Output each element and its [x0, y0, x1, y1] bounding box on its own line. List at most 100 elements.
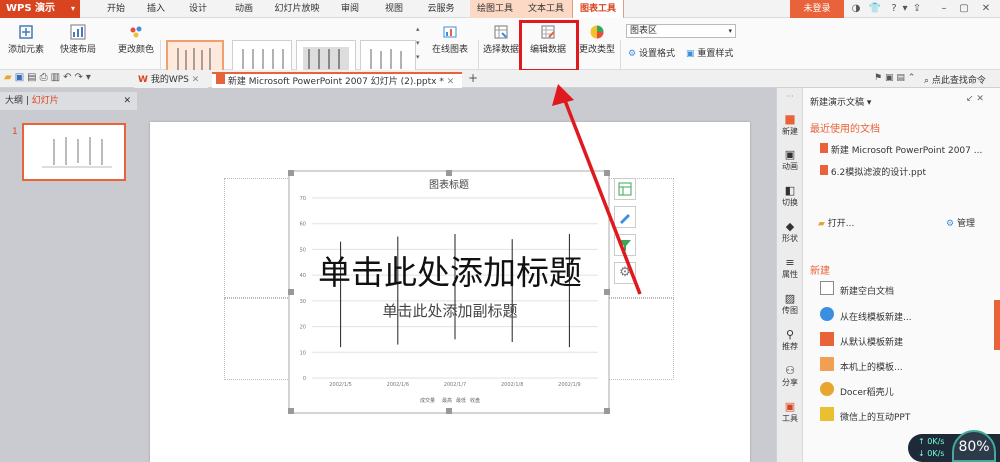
- right-tool-recommend[interactable]: ⚲ 推荐: [777, 328, 803, 352]
- quick-access-icons[interactable]: ▰▣▤⎙▥↶↷▾: [4, 72, 94, 83]
- print-icon[interactable]: ⎙: [40, 72, 51, 83]
- tab-home[interactable]: 开始: [98, 0, 134, 18]
- right-tool-shape[interactable]: ◆ 形状: [777, 220, 803, 244]
- wechat-interactive-ppt[interactable]: 微信上的互动PPT: [840, 410, 910, 423]
- tab-current-document[interactable]: 新建 Microsoft PowerPoint 2007 幻灯片 (2).ppt…: [212, 72, 462, 88]
- recent-doc-label: 6.2模拟滤波的设计.ppt: [830, 168, 927, 178]
- download-speed: ↓ 0K/s: [918, 449, 944, 458]
- set-format-button[interactable]: ⚙ 设置格式: [628, 46, 675, 59]
- right-tool-properties[interactable]: ≡ 属性: [777, 256, 803, 280]
- chevron-up-icon[interactable]: ⌃: [908, 73, 916, 83]
- resize-handle: [288, 408, 294, 414]
- app-logo-text: WPS 演示: [6, 3, 56, 14]
- close-icon[interactable]: ✕: [976, 94, 984, 104]
- y-tick-label: 20: [300, 325, 306, 331]
- new-from-default-template[interactable]: 从默认模板新建: [840, 335, 903, 348]
- quick-layout-icon: [70, 24, 86, 40]
- skin-icon[interactable]: ◑: [850, 0, 862, 18]
- more-icon[interactable]: ···: [777, 92, 803, 101]
- reset-style-button[interactable]: ▣ 重置样式: [686, 46, 733, 59]
- tab-outline[interactable]: 大纲: [5, 96, 23, 106]
- tab-text-tools[interactable]: 文本工具: [520, 0, 572, 18]
- add-element-button[interactable]: 添加元素: [6, 24, 46, 55]
- tool-icon[interactable]: ⚑: [874, 73, 882, 83]
- manage-button[interactable]: ⚙ 管理: [946, 216, 975, 229]
- open-button[interactable]: ▰ 打开...: [818, 216, 854, 229]
- redo-icon[interactable]: ↷: [74, 72, 85, 83]
- tab-slides[interactable]: 幻灯片: [32, 96, 59, 106]
- online-chart-button[interactable]: 在线图表: [428, 24, 472, 55]
- command-search-label: 点此查找命令: [931, 76, 986, 86]
- y-tick-label: 60: [300, 222, 306, 228]
- x-tick-label: 2002/1/6: [387, 382, 409, 388]
- recent-docs-heading: 最近使用的文档: [810, 124, 880, 135]
- pane-collapse-handle[interactable]: [994, 300, 1000, 350]
- tab-cloud[interactable]: 云服务: [420, 0, 462, 18]
- search-icon: ⌕: [924, 76, 930, 86]
- right-tool-upload-image[interactable]: ▨ 传图: [777, 292, 803, 316]
- chevron-down-icon[interactable]: ▾: [900, 0, 910, 18]
- task-pane-header[interactable]: 新建演示文稿 ▾: [810, 95, 871, 108]
- tab-mywps[interactable]: W 我的WPS ✕: [134, 72, 208, 88]
- misc-tool-icons[interactable]: ⚑ ▣ ▤ ⌃: [874, 73, 915, 83]
- wps-app-menu[interactable]: WPS 演示 ▾: [0, 0, 80, 18]
- save-cloud-icon[interactable]: ▣: [885, 73, 894, 83]
- tab-slideshow[interactable]: 幻灯片放映: [268, 0, 326, 18]
- right-tool-transition[interactable]: ◧ 切换: [777, 184, 803, 208]
- help-icon[interactable]: ?: [888, 0, 900, 18]
- tab-view[interactable]: 视图: [376, 0, 412, 18]
- local-templates[interactable]: 本机上的模板...: [840, 360, 903, 373]
- recent-doc-item[interactable]: 6.2模拟滤波的设计.ppt: [820, 165, 926, 178]
- tab-review[interactable]: 审阅: [332, 0, 368, 18]
- chart-area-select[interactable]: 图表区 ▾: [626, 24, 736, 38]
- recent-doc-item[interactable]: 新建 Microsoft PowerPoint 2007 ...: [820, 143, 998, 156]
- x-tick-label: 2002/1/8: [501, 382, 523, 388]
- style-scroll[interactable]: ▴ ▾ ▾: [416, 22, 424, 66]
- open-icon[interactable]: ▰: [4, 72, 15, 83]
- right-tool-share[interactable]: ⚇ 分享: [777, 364, 803, 388]
- command-search[interactable]: ⌕ 点此查找命令: [924, 73, 986, 86]
- tab-drawing-tools[interactable]: 绘图工具: [470, 0, 520, 18]
- doc-icon[interactable]: ▤: [896, 73, 905, 83]
- slide-thumbnail[interactable]: [22, 123, 126, 181]
- tab-insert[interactable]: 插入: [138, 0, 174, 18]
- select-data-button[interactable]: 选择数据: [482, 24, 520, 55]
- close-icon[interactable]: ✕: [447, 77, 455, 87]
- undo-icon[interactable]: ↶: [63, 72, 74, 83]
- right-tool-animation[interactable]: ▣ 动画: [777, 148, 803, 172]
- collapse-icon[interactable]: ↙: [966, 94, 974, 104]
- pie-chart-icon: [590, 25, 604, 39]
- ribbon: 添加元素 快速布局 更改颜色 ▴ ▾ ▾ 在线图表 选择数据 编辑数据 更改类型 图…: [0, 18, 1000, 84]
- right-tool-new[interactable]: ■ 新建: [777, 112, 803, 137]
- shirt-icon[interactable]: 👕: [865, 0, 885, 18]
- tab-animation[interactable]: 动画: [226, 0, 262, 18]
- pin-top-icon[interactable]: ⇪: [910, 0, 924, 18]
- tab-design[interactable]: 设计: [180, 0, 216, 18]
- close-icon[interactable]: ✕: [123, 92, 131, 110]
- quick-layout-button[interactable]: 快速布局: [54, 24, 102, 55]
- right-tool-tools[interactable]: ▣ 工具: [777, 400, 803, 424]
- pane-controls[interactable]: ↙ ✕: [966, 94, 984, 104]
- chevron-down-icon[interactable]: ▾: [86, 72, 94, 83]
- minimize-icon[interactable]: –: [936, 0, 952, 18]
- new-from-online-template[interactable]: 从在线模板新建...: [840, 310, 912, 323]
- slide-subtitle[interactable]: 单击此处添加副标题: [300, 300, 600, 321]
- reset-icon: ▣: [686, 49, 695, 59]
- manage-label: 管理: [956, 219, 975, 229]
- docer[interactable]: Docer稻壳儿: [840, 385, 894, 398]
- legend-entry: 最低: [456, 397, 466, 404]
- save-icon[interactable]: ▣: [15, 72, 27, 83]
- upload-icon: ↑: [918, 437, 925, 446]
- close-icon[interactable]: ✕: [192, 75, 200, 85]
- change-color-button[interactable]: 更改颜色: [112, 24, 160, 55]
- export-pdf-icon[interactable]: ▤: [27, 72, 39, 83]
- change-type-button[interactable]: 更改类型: [578, 24, 616, 55]
- maximize-icon[interactable]: ▢: [956, 0, 972, 18]
- current-document-label: 新建 Microsoft PowerPoint 2007 幻灯片 (2).ppt…: [227, 77, 444, 87]
- new-tab-button[interactable]: +: [468, 71, 478, 85]
- new-blank-doc[interactable]: 新建空白文档: [840, 284, 894, 297]
- tab-chart-tools[interactable]: 图表工具: [572, 0, 624, 18]
- preview-icon[interactable]: ▥: [51, 72, 63, 83]
- login-button[interactable]: 未登录: [790, 0, 844, 18]
- close-icon[interactable]: ✕: [978, 0, 994, 18]
